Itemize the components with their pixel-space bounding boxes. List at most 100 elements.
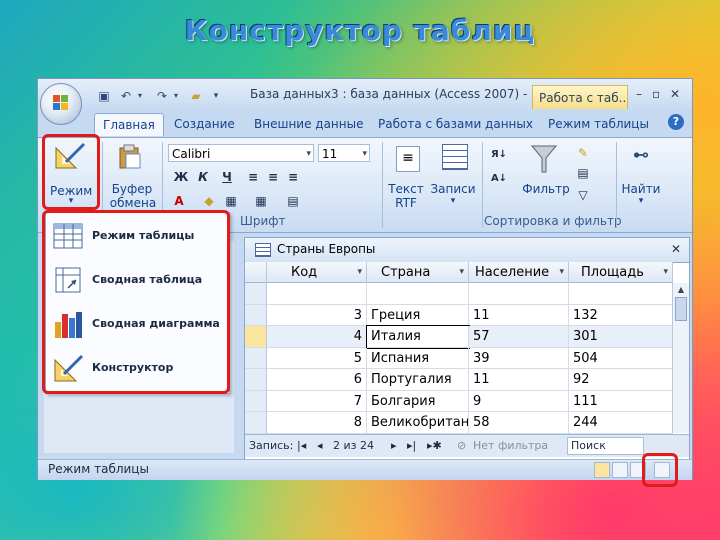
table-cell-pop[interactable]: 11 — [469, 369, 569, 391]
redo-dropdown-icon[interactable]: ▾ — [168, 89, 184, 103]
vertical-scrollbar[interactable]: ▲ — [672, 283, 689, 433]
rich-text-icon[interactable]: ≡ — [396, 146, 420, 172]
font-size-select[interactable]: 11 ▾ — [318, 144, 370, 162]
row-selector[interactable] — [245, 283, 267, 305]
tab-database-tools[interactable]: Работа с базами данных — [378, 117, 533, 131]
close-icon[interactable]: ✕ — [671, 242, 681, 256]
column-header-country[interactable]: Страна ▾ — [367, 262, 469, 283]
last-record-icon[interactable]: ▸| — [407, 439, 416, 452]
row-selector[interactable] — [245, 390, 267, 412]
filter-button-label[interactable]: Фильтр — [518, 182, 574, 196]
table-cell-country[interactable] — [367, 283, 469, 305]
align-right-icon[interactable]: ≡ — [284, 168, 302, 186]
tab-datasheet[interactable]: Режим таблицы — [548, 117, 649, 131]
table-cell-area[interactable]: 92 — [569, 369, 673, 391]
table-cell-id[interactable]: 3 — [267, 304, 367, 326]
context-tab[interactable]: Работа с таб... — [532, 85, 628, 109]
table-cell-country[interactable]: Великобритан — [367, 412, 469, 434]
column-header-area[interactable]: Площадь ▾ — [569, 262, 673, 283]
table-cell-pop[interactable]: 39 — [469, 347, 569, 369]
alternate-fill-icon[interactable]: ▦ — [222, 192, 240, 210]
sort-ascending-icon[interactable]: Я↓ — [490, 146, 508, 164]
datasheet-format-icon[interactable]: ▤ — [284, 192, 302, 210]
tab-external-data[interactable]: Внешние данные — [254, 117, 363, 131]
office-button[interactable] — [40, 83, 82, 125]
records-icon[interactable] — [442, 144, 468, 170]
record-position[interactable]: 2 из 24 — [333, 439, 374, 452]
first-record-icon[interactable]: |◂ — [297, 439, 306, 452]
underline-icon[interactable]: Ч — [218, 168, 236, 186]
save-icon[interactable]: ▣ — [96, 89, 112, 103]
column-header-id[interactable]: Код ▾ — [267, 262, 367, 283]
maximize-icon[interactable]: ▫ — [652, 87, 660, 101]
table-cell-country[interactable]: Италия — [366, 325, 470, 349]
records-dropdown-icon[interactable]: ▾ — [430, 196, 476, 206]
new-record-icon[interactable]: ▸✱ — [427, 439, 442, 452]
next-record-icon[interactable]: ▸ — [391, 439, 397, 452]
table-cell-area[interactable]: 504 — [569, 347, 673, 369]
selection-filter-icon[interactable]: ✎ — [574, 144, 592, 162]
datasheet-view-icon[interactable] — [594, 462, 610, 478]
open-folder-icon[interactable]: ▰ — [188, 89, 204, 103]
quick-access-more-icon[interactable]: ▾ — [208, 89, 224, 103]
row-selector[interactable] — [245, 347, 267, 369]
find-dropdown-icon[interactable]: ▾ — [616, 196, 666, 206]
font-color-icon[interactable]: A — [170, 192, 188, 210]
table-cell-country[interactable]: Болгария — [367, 390, 469, 412]
table-cell-area[interactable]: 244 — [569, 412, 673, 434]
align-center-icon[interactable]: ≡ — [264, 168, 282, 186]
scroll-up-icon[interactable]: ▲ — [675, 285, 687, 295]
find-button-label[interactable]: Найти — [616, 182, 666, 196]
search-input[interactable]: Поиск — [567, 437, 644, 455]
scroll-thumb[interactable] — [675, 297, 687, 321]
column-header-population[interactable]: Население ▾ — [469, 262, 569, 283]
table-cell-id[interactable]: 4 — [267, 326, 367, 348]
table-cell-pop[interactable]: 58 — [469, 412, 569, 434]
clipboard-label-2[interactable]: обмена — [106, 196, 160, 210]
row-selector[interactable] — [245, 369, 267, 391]
rich-text-label-1[interactable]: Текст — [386, 182, 426, 196]
clipboard-label-1[interactable]: Буфер — [108, 182, 156, 196]
table-cell-area[interactable]: 132 — [569, 304, 673, 326]
table-cell-country[interactable]: Греция — [367, 304, 469, 326]
table-cell-area[interactable]: 111 — [569, 390, 673, 412]
table-cell-area[interactable] — [569, 283, 673, 305]
gridlines-icon[interactable]: ▦ — [252, 192, 270, 210]
align-left-icon[interactable]: ≡ — [244, 168, 262, 186]
tab-create[interactable]: Создание — [174, 117, 235, 131]
no-filter-label[interactable]: Нет фильтра — [473, 439, 548, 452]
rich-text-label-2[interactable]: RTF — [386, 196, 426, 210]
close-icon[interactable]: ✕ — [670, 87, 680, 101]
table-cell-id[interactable] — [267, 283, 367, 305]
pivot-table-view-icon[interactable] — [612, 462, 628, 478]
table-cell-area[interactable]: 301 — [569, 326, 673, 348]
select-all-corner[interactable] — [245, 262, 267, 283]
row-selector[interactable] — [245, 412, 267, 434]
table-cell-id[interactable]: 7 — [267, 390, 367, 412]
filter-icon[interactable] — [530, 144, 558, 174]
table-cell-pop[interactable]: 11 — [469, 304, 569, 326]
fill-color-icon[interactable]: ◆ — [200, 192, 218, 210]
font-name-select[interactable]: Calibri ▾ — [168, 144, 314, 162]
minimize-icon[interactable]: – — [636, 87, 642, 101]
help-icon[interactable]: ? — [668, 114, 684, 130]
table-cell-pop[interactable]: 57 — [469, 326, 569, 348]
bold-icon[interactable]: Ж — [172, 168, 190, 186]
table-cell-id[interactable]: 5 — [267, 347, 367, 369]
italic-icon[interactable]: К — [194, 168, 212, 186]
find-binoculars-icon[interactable]: ⊷ — [632, 146, 650, 164]
toggle-filter-icon[interactable]: ▽ — [574, 186, 592, 204]
table-tab[interactable]: Страны Европы ✕ — [245, 238, 689, 263]
sort-descending-icon[interactable]: А↓ — [490, 170, 508, 188]
table-cell-pop[interactable] — [469, 283, 569, 305]
advanced-filter-icon[interactable]: ▤ — [574, 164, 592, 182]
table-cell-pop[interactable]: 9 — [469, 390, 569, 412]
table-cell-id[interactable]: 6 — [267, 369, 367, 391]
row-selector[interactable] — [245, 326, 267, 348]
table-cell-id[interactable]: 8 — [267, 412, 367, 434]
table-cell-country[interactable]: Португалия — [367, 369, 469, 391]
previous-record-icon[interactable]: ◂ — [317, 439, 323, 452]
tab-home[interactable]: Главная — [94, 113, 164, 136]
table-cell-country[interactable]: Испания — [367, 347, 469, 369]
records-button-label[interactable]: Записи — [430, 182, 476, 196]
